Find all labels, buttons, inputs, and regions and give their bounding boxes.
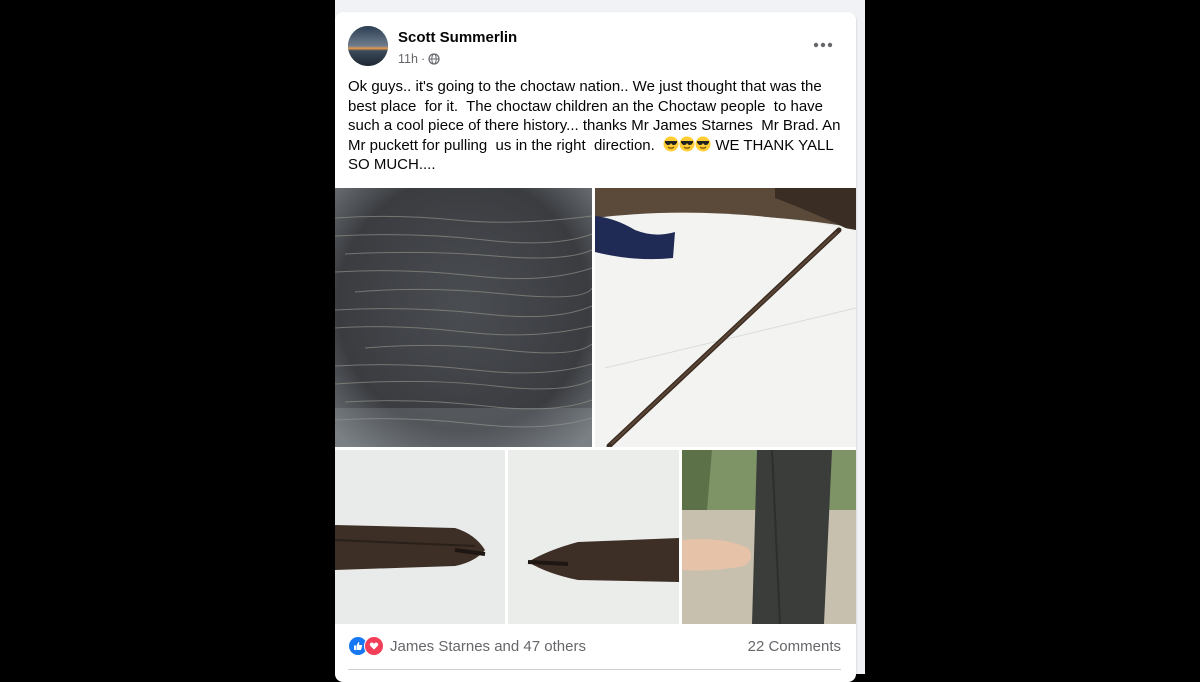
reactions-row: James Starnes and 47 others 22 Comments — [348, 634, 841, 658]
sunglasses-emoji — [679, 136, 695, 151]
sunglasses-emoji — [695, 136, 711, 151]
sunglasses-emoji — [663, 136, 679, 151]
love-icon — [364, 636, 384, 656]
photo-finger-bow[interactable] — [682, 450, 856, 624]
reactors-text[interactable]: James Starnes and 47 others — [390, 638, 586, 655]
post-meta: 11h · — [398, 52, 440, 66]
post-card: Scott Summerlin 11h · Ok guys.. it's goi… — [335, 12, 856, 682]
reaction-summary[interactable]: James Starnes and 47 others — [348, 636, 586, 656]
more-dots-icon — [813, 42, 833, 48]
post-text: Ok guys.. it's going to the choctaw nati… — [348, 77, 845, 175]
post-timestamp[interactable]: 11h — [398, 52, 418, 66]
photo-bow-tip-right[interactable] — [508, 450, 679, 624]
photo-wood-grain[interactable] — [335, 188, 592, 447]
comments-count[interactable]: 22 Comments — [748, 638, 841, 655]
globe-icon[interactable] — [428, 53, 440, 65]
author-name[interactable]: Scott Summerlin — [398, 29, 517, 46]
author-avatar[interactable] — [348, 26, 388, 66]
meta-separator: · — [420, 52, 426, 66]
photo-bow-tip-left[interactable] — [335, 450, 505, 624]
reactions-divider — [348, 669, 841, 670]
more-options-button[interactable] — [808, 34, 838, 56]
sunglasses-emoji-group — [663, 136, 711, 154]
photo-bow-on-hood[interactable] — [595, 188, 856, 447]
